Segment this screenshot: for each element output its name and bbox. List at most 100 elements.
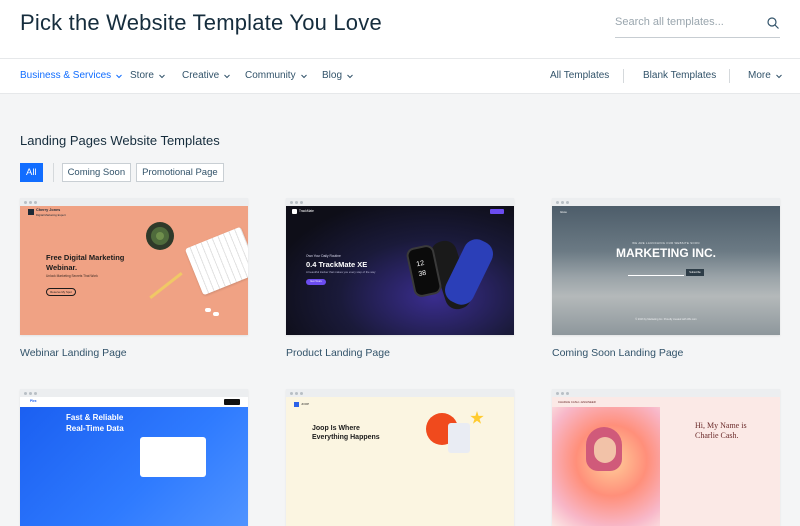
- filter-divider: [52, 163, 54, 182]
- keyboard-image: [184, 226, 248, 296]
- search-icon[interactable]: [766, 16, 780, 30]
- search-input[interactable]: [615, 16, 763, 28]
- preview-nav-button: [490, 209, 504, 214]
- nav-label: Community: [245, 70, 296, 81]
- nav-community[interactable]: Community: [245, 70, 308, 81]
- top-header: Pick the Website Template You Love: [0, 0, 800, 59]
- nav-all-templates[interactable]: All Templates: [550, 70, 609, 81]
- preview-headline: Hi, My Name is: [695, 421, 747, 430]
- star-shape-image: [470, 411, 484, 424]
- preview-nav-button: [224, 399, 240, 405]
- template-preview: Plex Fast & Reliable Real-Time Data: [20, 397, 248, 526]
- portrait-image: [552, 407, 660, 526]
- preview-button: Subscribe: [686, 269, 704, 276]
- preview-brand-sub: Digital Marketing Expert: [36, 213, 66, 217]
- preview-headline: Fast & Reliable: [66, 413, 124, 422]
- preview-button: Get Yours: [306, 279, 326, 285]
- nav-divider: [623, 69, 624, 83]
- template-thumbnail[interactable]: TrackMate Own Your Daily Routine 0.4 Tra…: [286, 198, 514, 335]
- nav-label: Blank Templates: [643, 70, 717, 81]
- preview-button: Reserve My Spot: [46, 288, 76, 296]
- preview-subtext: A beautiful tracker that makes you every…: [306, 270, 376, 274]
- template-name[interactable]: Coming Soon Landing Page: [552, 347, 683, 359]
- page-title: Pick the Website Template You Love: [20, 10, 382, 35]
- preview-subtext: Unlock Marketing Secrets That Work: [46, 274, 98, 278]
- template-name[interactable]: Product Landing Page: [286, 347, 390, 359]
- preview-pretitle: WE ARE LAUNCHING OUR WEBSITE SOON: [632, 241, 700, 245]
- chevron-down-icon: [300, 74, 307, 78]
- chevron-down-icon: [224, 74, 231, 78]
- chevron-down-icon: [347, 74, 353, 78]
- preview-headline: MARKETING INC.: [616, 246, 716, 260]
- filter-bar: All Coming Soon Promotional Page: [20, 163, 229, 182]
- watch-time: 38: [417, 269, 428, 279]
- browser-bar: [286, 198, 514, 206]
- preview-brand: CHARLIE CASH • ENGINEER: [558, 400, 596, 404]
- browser-bar: [20, 198, 248, 206]
- preview-headline: Real-Time Data: [66, 424, 124, 433]
- chevron-down-icon: [775, 74, 782, 78]
- category-nav: Business & Services Store Creative Commu…: [0, 59, 800, 94]
- browser-bar: [20, 389, 248, 397]
- preview-brand: Glow: [560, 210, 567, 214]
- nav-divider: [729, 69, 730, 83]
- template-name[interactable]: Webinar Landing Page: [20, 347, 127, 359]
- template-preview: TrackMate Own Your Daily Routine 0.4 Tra…: [286, 206, 514, 335]
- preview-headline: Everything Happens: [312, 434, 380, 441]
- preview-brand: Cherry Jones: [36, 208, 61, 212]
- template-thumbnail[interactable]: CHARLIE CASH • ENGINEER Hi, My Name is C…: [552, 389, 780, 526]
- template-preview: CHARLIE CASH • ENGINEER Hi, My Name is C…: [552, 397, 780, 526]
- nav-label: Creative: [182, 70, 220, 81]
- preview-brand: TrackMate: [299, 209, 314, 213]
- preview-brand: JOOP: [301, 402, 310, 406]
- section-title: Landing Pages Website Templates: [20, 133, 220, 148]
- preview-footer: © 2023 by Marketing Inc. Proudly created…: [635, 318, 697, 321]
- nav-store[interactable]: Store: [130, 70, 166, 81]
- search-box[interactable]: [615, 12, 780, 38]
- preview-email-field: [628, 270, 684, 276]
- logo-icon: [28, 209, 34, 215]
- phone-image: [448, 423, 470, 453]
- chevron-down-icon: [159, 74, 165, 78]
- preview-dashboard-image: [140, 437, 206, 477]
- earbud-image: [205, 308, 211, 312]
- browser-bar: [552, 389, 780, 397]
- logo-icon: [294, 402, 299, 407]
- nav-business-services[interactable]: Business & Services: [20, 70, 123, 81]
- preview-headline: Webinar.: [46, 263, 78, 272]
- preview-headline: Charlie Cash.: [695, 431, 739, 440]
- nav-label: Store: [130, 70, 154, 81]
- preview-headline: 0.4 TrackMate XE: [306, 260, 368, 269]
- nav-creative[interactable]: Creative: [182, 70, 231, 81]
- preview-navbar: [20, 397, 248, 407]
- browser-bar: [286, 389, 514, 397]
- earbud-image: [213, 312, 219, 316]
- filter-promotional-page[interactable]: Promotional Page: [136, 163, 224, 182]
- nav-label: Business & Services: [20, 70, 112, 81]
- watch-time: 12: [415, 259, 425, 269]
- template-thumbnail[interactable]: Glow WE ARE LAUNCHING OUR WEBSITE SOON M…: [552, 198, 780, 335]
- nav-label: Blog: [322, 70, 343, 81]
- chevron-down-icon: [116, 74, 123, 78]
- template-preview: Glow WE ARE LAUNCHING OUR WEBSITE SOON M…: [552, 206, 780, 335]
- filter-coming-soon[interactable]: Coming Soon: [61, 163, 132, 182]
- filter-all[interactable]: All: [20, 163, 43, 182]
- nav-blog[interactable]: Blog: [322, 70, 354, 81]
- preview-headline: Free Digital Marketing: [46, 253, 125, 262]
- template-preview: Cherry Jones Digital Marketing Expert Fr…: [20, 206, 248, 335]
- preview-brand: Plex: [30, 399, 37, 403]
- nav-more[interactable]: More: [748, 70, 783, 81]
- browser-bar: [552, 198, 780, 206]
- nav-label: All Templates: [550, 70, 610, 81]
- template-thumbnail[interactable]: Cherry Jones Digital Marketing Expert Fr…: [20, 198, 248, 335]
- logo-icon: [292, 209, 297, 214]
- template-preview: JOOP Joop Is Where Everything Happens: [286, 397, 514, 526]
- template-thumbnail[interactable]: JOOP Joop Is Where Everything Happens: [286, 389, 514, 526]
- preview-headline: Joop Is Where: [312, 425, 360, 432]
- template-thumbnail[interactable]: Plex Fast & Reliable Real-Time Data: [20, 389, 248, 526]
- nav-blank-templates[interactable]: Blank Templates: [643, 70, 716, 81]
- pencil-image: [149, 272, 183, 299]
- nav-label: More: [748, 70, 771, 81]
- plant-image: [146, 222, 174, 250]
- preview-pretitle: Own Your Daily Routine: [306, 254, 341, 258]
